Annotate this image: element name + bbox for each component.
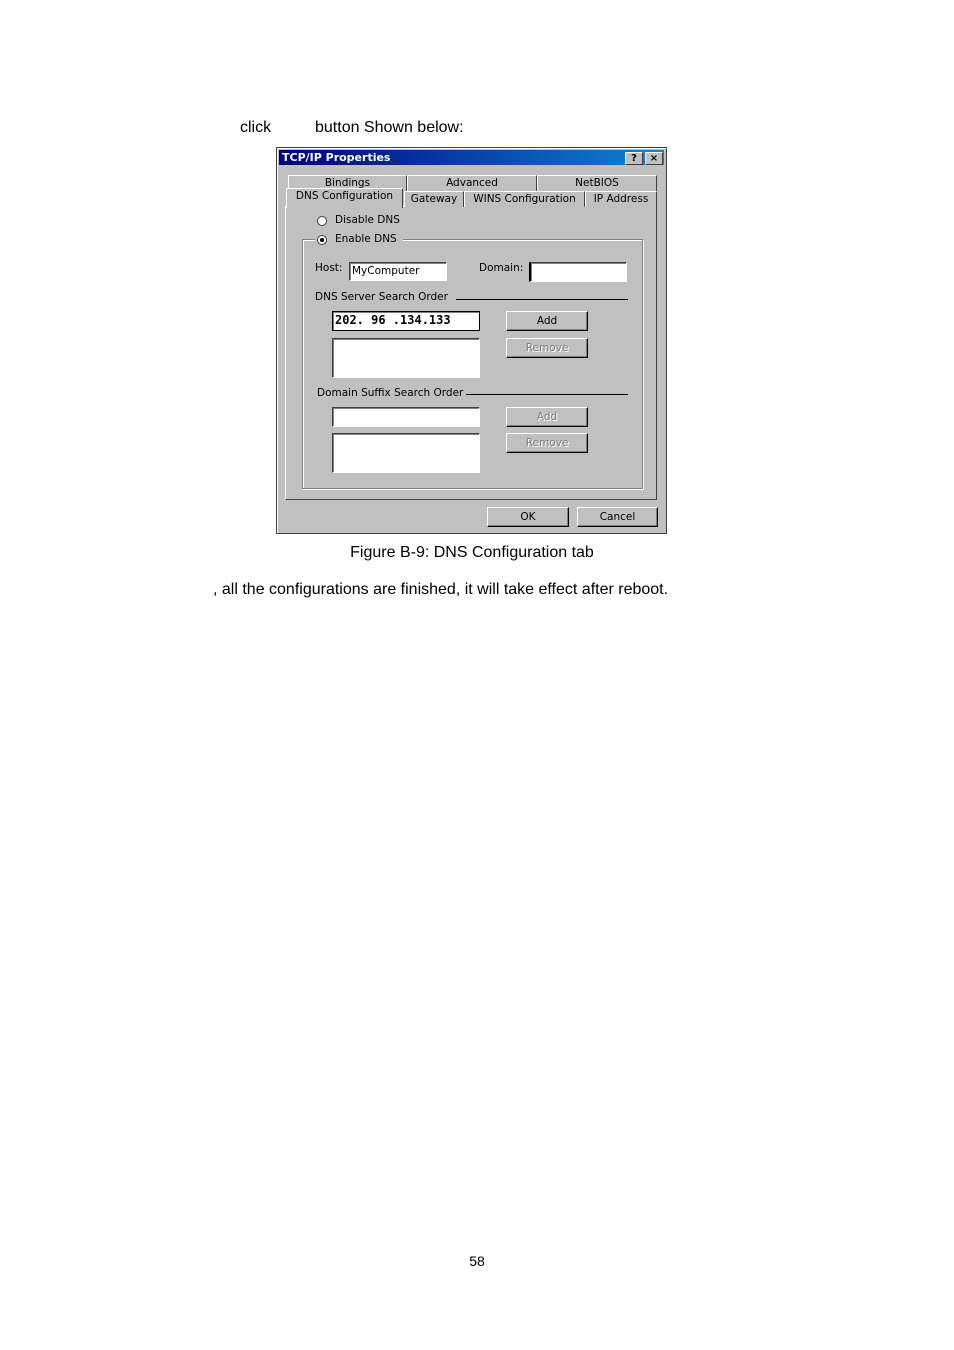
title-bar: TCP/IP Properties ? × bbox=[279, 150, 664, 165]
domain-input[interactable] bbox=[529, 262, 627, 282]
remove-dns-button[interactable]: Remove bbox=[506, 338, 588, 358]
figure-caption: Figure B-9: DNS Configuration tab bbox=[350, 544, 594, 561]
disable-dns-radio[interactable] bbox=[317, 216, 327, 226]
add-dns-button[interactable]: Add bbox=[506, 311, 588, 331]
close-button[interactable]: × bbox=[645, 152, 663, 165]
ok-button[interactable]: OK bbox=[487, 507, 569, 527]
dialog-title: TCP/IP Properties bbox=[282, 151, 391, 164]
cancel-button[interactable]: Cancel bbox=[577, 507, 658, 527]
tab-advanced[interactable]: Advanced bbox=[407, 175, 537, 192]
domain-suffix-input[interactable] bbox=[332, 407, 480, 427]
tab-wins-configuration[interactable]: WINS Configuration bbox=[464, 191, 585, 207]
domain-suffix-label: Domain Suffix Search Order bbox=[317, 387, 464, 399]
enable-dns-label: Enable DNS bbox=[335, 233, 397, 245]
tcpip-properties-dialog: TCP/IP Properties ? × Bindings Advanced … bbox=[276, 147, 667, 534]
dns-server-list[interactable] bbox=[332, 338, 480, 378]
tab-netbios[interactable]: NetBIOS bbox=[537, 175, 657, 192]
help-button[interactable]: ? bbox=[625, 152, 643, 165]
dns-server-input[interactable]: 202. 96 .134.133 bbox=[332, 311, 480, 331]
intro-click: click bbox=[240, 119, 272, 136]
add-suffix-button[interactable]: Add bbox=[506, 407, 588, 427]
enable-dns-radio[interactable] bbox=[317, 235, 327, 245]
body-text: , all the configurations are finished, i… bbox=[213, 581, 669, 598]
host-input[interactable]: MyComputer bbox=[349, 262, 447, 281]
divider bbox=[466, 394, 628, 395]
page-number: 58 bbox=[469, 1253, 485, 1269]
intro-text: button Shown below: bbox=[315, 119, 464, 136]
remove-suffix-button[interactable]: Remove bbox=[506, 433, 588, 453]
dns-server-label: DNS Server Search Order bbox=[315, 291, 448, 303]
tab-ip-address[interactable]: IP Address bbox=[585, 191, 657, 207]
domain-suffix-list[interactable] bbox=[332, 433, 480, 473]
disable-dns-label: Disable DNS bbox=[335, 214, 400, 226]
divider bbox=[456, 299, 628, 300]
domain-label: Domain: bbox=[479, 262, 524, 274]
document-page: click button Shown below: TCP/IP Propert… bbox=[0, 0, 954, 1350]
tab-gateway[interactable]: Gateway bbox=[404, 191, 464, 207]
host-label: Host: bbox=[315, 262, 343, 274]
tab-dns-configuration[interactable]: DNS Configuration bbox=[286, 188, 403, 208]
